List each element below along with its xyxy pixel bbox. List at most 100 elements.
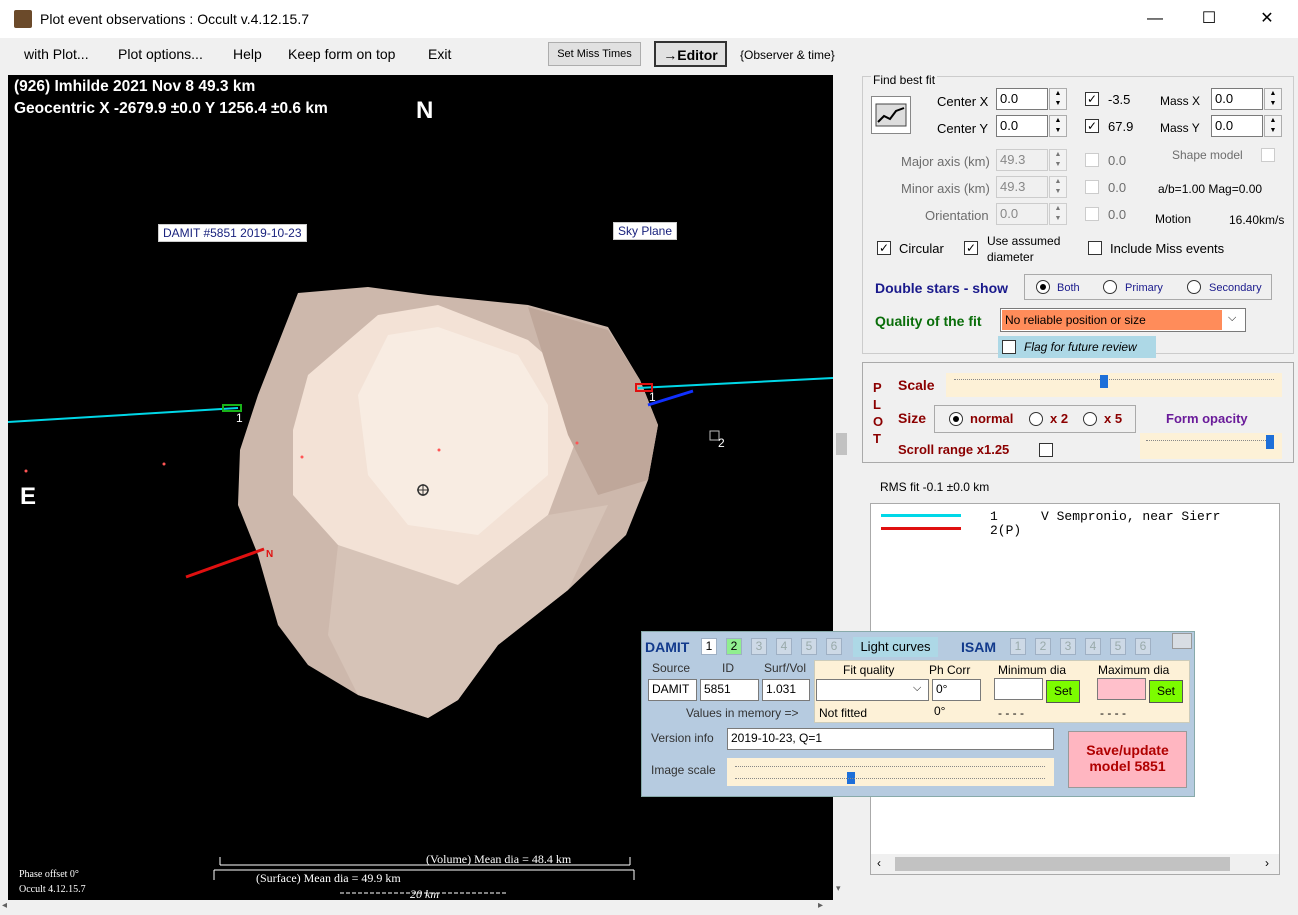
center-x-spinner[interactable]: ▲ ▼	[1049, 88, 1067, 110]
menu-with-plot[interactable]: with Plot...	[24, 46, 89, 62]
legend-line-cyan	[881, 514, 961, 517]
fit-button[interactable]	[871, 96, 911, 134]
minor-axis-input[interactable]: 49.3	[996, 176, 1048, 198]
ph-corr-field[interactable]: 0°	[932, 679, 981, 701]
maximize-button[interactable]: ☐	[1186, 0, 1232, 38]
legend-scroll-right-icon[interactable]: ›	[1265, 856, 1269, 870]
hscroll-right-arrow-icon[interactable]: ▸	[818, 900, 823, 911]
center-x-input[interactable]: 0.0	[996, 88, 1048, 110]
editor-button[interactable]: →Editor	[654, 41, 727, 67]
quality-select[interactable]: No reliable position or size ⌵	[1000, 308, 1246, 332]
size-x2-radio[interactable]	[1029, 412, 1043, 426]
isam-model-3[interactable]: 3	[1060, 638, 1076, 655]
center-y-checkbox[interactable]: ✓	[1085, 119, 1099, 133]
max-dia-label: Maximum dia	[1098, 663, 1170, 677]
menu-plot-options[interactable]: Plot options...	[118, 46, 203, 62]
max-dia-set-button[interactable]: Set	[1149, 680, 1183, 703]
major-axis-input[interactable]: 49.3	[996, 149, 1048, 171]
shape-model-checkbox[interactable]	[1261, 148, 1275, 162]
radio-primary-label: Primary	[1125, 282, 1163, 294]
version-info-field[interactable]: 2019-10-23, Q=1	[727, 728, 1054, 750]
vscroll-down-arrow-icon[interactable]: ▾	[836, 883, 841, 894]
close-button[interactable]: ✕	[1244, 0, 1290, 38]
surf-vol-field[interactable]: 1.031	[762, 679, 810, 701]
minor-axis-spinner[interactable]: ▲ ▼	[1049, 176, 1067, 198]
chord-1-right-label: 1	[649, 390, 656, 404]
image-scale-slider[interactable]	[727, 758, 1054, 786]
menu-exit[interactable]: Exit	[428, 46, 451, 62]
use-assumed-label: Use assumed	[987, 234, 1061, 248]
damit-model-3[interactable]: 3	[751, 638, 767, 655]
isam-model-6[interactable]: 6	[1135, 638, 1151, 655]
source-field[interactable]: DAMIT	[648, 679, 697, 701]
damit-close-button[interactable]	[1172, 633, 1192, 649]
set-miss-times-button[interactable]: Set Miss Times	[548, 42, 641, 66]
damit-model-6[interactable]: 6	[826, 638, 842, 655]
menu-help[interactable]: Help	[233, 46, 262, 62]
flag-review-checkbox[interactable]	[1002, 340, 1016, 354]
east-label: E	[20, 483, 37, 510]
mass-y-spinner[interactable]: ▲ ▼	[1264, 115, 1282, 137]
form-opacity-slider[interactable]	[1140, 433, 1282, 459]
minimize-button[interactable]: —	[1132, 0, 1178, 38]
damit-model-2[interactable]: 2	[726, 638, 742, 655]
ab-mag-readout: a/b=1.00 Mag=0.00	[1158, 182, 1263, 196]
damit-title: DAMIT	[645, 639, 690, 655]
save-update-button[interactable]: Save/update model 5851	[1068, 731, 1187, 788]
legend-scroll-thumb[interactable]	[895, 857, 1230, 871]
fit-group-title: Find best fit	[871, 73, 938, 87]
min-dia-set-button[interactable]: Set	[1046, 680, 1080, 703]
legend-scroll-left-icon[interactable]: ‹	[877, 856, 881, 870]
n-marker-label: N	[266, 549, 274, 560]
isam-model-2[interactable]: 2	[1035, 638, 1051, 655]
observer-time-link[interactable]: {Observer & time}	[740, 48, 835, 62]
orientation-input[interactable]: 0.0	[996, 203, 1048, 225]
isam-model-1[interactable]: 1	[1010, 638, 1026, 655]
id-field[interactable]: 5851	[700, 679, 759, 701]
orientation-checkbox[interactable]	[1085, 207, 1099, 221]
damit-model-4[interactable]: 4	[776, 638, 792, 655]
minor-axis-check-value: 0.0	[1108, 180, 1127, 195]
mass-y-input[interactable]: 0.0	[1211, 115, 1263, 137]
plot-title-line1: (926) Imhilde 2021 Nov 8 49.3 km	[14, 78, 256, 95]
radio-primary[interactable]	[1103, 280, 1117, 294]
hscroll-left-arrow-icon[interactable]: ◂	[2, 900, 7, 911]
circular-checkbox[interactable]: ✓	[877, 241, 891, 255]
damit-model-1[interactable]: 1	[701, 638, 717, 655]
sky-plane-label: Sky Plane	[613, 222, 678, 240]
isam-model-5[interactable]: 5	[1110, 638, 1126, 655]
include-miss-checkbox[interactable]	[1088, 241, 1102, 255]
size-x5-radio[interactable]	[1083, 412, 1097, 426]
values-in-memory-label: Values in memory =>	[686, 706, 799, 720]
size-normal-radio[interactable]	[949, 412, 963, 426]
center-x-checkbox[interactable]: ✓	[1085, 92, 1099, 106]
isam-model-4[interactable]: 4	[1085, 638, 1101, 655]
scale-slider-thumb[interactable]	[1100, 375, 1108, 388]
radio-both[interactable]	[1036, 280, 1050, 294]
radio-secondary[interactable]	[1187, 280, 1201, 294]
minor-axis-label: Minor axis (km)	[901, 181, 990, 196]
major-axis-spinner[interactable]: ▲ ▼	[1049, 149, 1067, 171]
center-y-spinner[interactable]: ▲ ▼	[1049, 115, 1067, 137]
plot-horizontal-scrollbar[interactable]: ◂ ▸	[0, 900, 850, 915]
fit-quality-select[interactable]: ⌵	[816, 679, 929, 701]
menu-keep-on-top[interactable]: Keep form on top	[288, 46, 395, 62]
scroll-range-checkbox[interactable]	[1039, 443, 1053, 457]
image-scale-track	[735, 766, 1045, 767]
use-assumed-checkbox[interactable]: ✓	[964, 241, 978, 255]
mass-x-input[interactable]: 0.0	[1211, 88, 1263, 110]
minor-axis-checkbox[interactable]	[1085, 180, 1099, 194]
min-dia-field[interactable]	[994, 678, 1043, 700]
scale-slider[interactable]	[946, 373, 1282, 397]
mass-x-spinner[interactable]: ▲ ▼	[1264, 88, 1282, 110]
orientation-spinner[interactable]: ▲ ▼	[1049, 203, 1067, 225]
min-dia-memory: - - - -	[998, 706, 1024, 720]
form-opacity-slider-thumb[interactable]	[1266, 435, 1274, 449]
max-dia-field[interactable]	[1097, 678, 1146, 700]
light-curves-button[interactable]: Light curves	[853, 637, 938, 657]
damit-model-5[interactable]: 5	[801, 638, 817, 655]
legend-hscrollbar[interactable]: ‹ ›	[871, 854, 1279, 874]
major-axis-checkbox[interactable]	[1085, 153, 1099, 167]
center-y-input[interactable]: 0.0	[996, 115, 1048, 137]
vscroll-thumb[interactable]	[836, 433, 847, 455]
